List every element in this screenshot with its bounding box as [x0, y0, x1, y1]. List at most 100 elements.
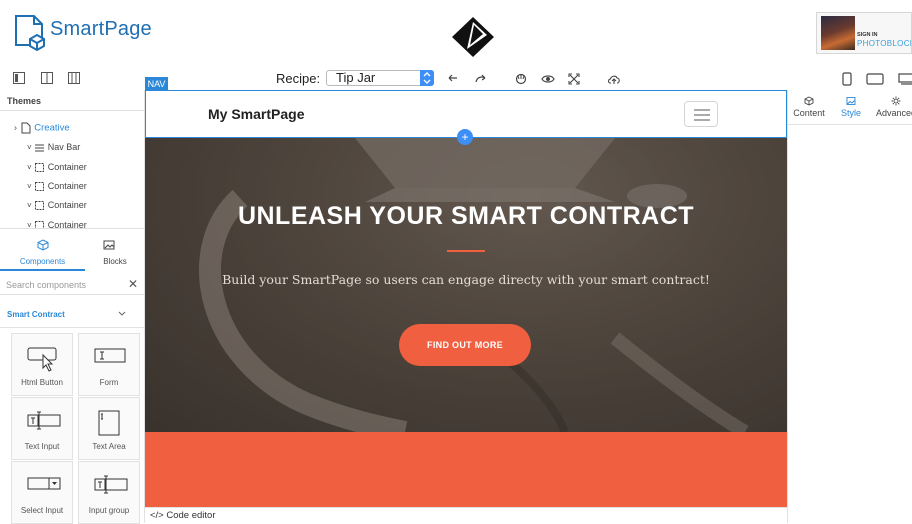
gear-icon	[891, 96, 901, 106]
component-text-input[interactable]: Text Input	[11, 397, 73, 460]
recipe-select-value: Tip Jar	[336, 70, 376, 85]
add-section-button[interactable]: +	[457, 129, 473, 145]
select-input-icon	[27, 477, 61, 490]
page-icon	[21, 122, 31, 134]
signin-thumbnail	[821, 16, 855, 50]
brand-mark-icon	[452, 17, 494, 57]
layer-label: Container	[47, 200, 87, 210]
layer-item-navbar[interactable]: ˅ Nav Bar	[27, 142, 80, 153]
layer-label: Container	[47, 162, 87, 172]
chevron-down-icon: ˅	[27, 163, 32, 172]
hero-section[interactable]: UNLEASH YOUR SMART CONTRACT Build your S…	[145, 138, 787, 432]
code-editor-toggle[interactable]: </> Code editor	[145, 507, 787, 523]
component-label: Html Button	[21, 378, 63, 387]
divider	[0, 110, 145, 111]
layout-split-icon[interactable]	[41, 72, 55, 86]
component-label: Text Area	[92, 442, 126, 451]
component-text-area[interactable]: Text Area	[78, 397, 140, 460]
page-brand[interactable]: My SmartPage	[208, 106, 304, 122]
redo-icon[interactable]	[474, 72, 488, 86]
hero-subtitle[interactable]: Build your SmartPage so users can engage…	[145, 272, 787, 287]
component-form[interactable]: Form	[78, 333, 140, 396]
photoblock-signin-button[interactable]: SIGN IN PHOTOBLOCK	[816, 12, 912, 54]
chevron-down-icon: ˅	[27, 143, 32, 152]
layer-label: Nav Bar	[47, 142, 81, 152]
layer-label: Container	[47, 220, 87, 228]
editor-canvas[interactable]: My SmartPage UNLEASH YOUR SMART CONTRACT…	[145, 90, 787, 523]
orange-section[interactable]	[145, 432, 787, 507]
component-label: Text Input	[24, 442, 60, 451]
photoblock-label: PHOTOBLOCK	[857, 39, 912, 48]
tab-components-label: Components	[19, 257, 66, 266]
selected-element-tag: NAV	[145, 77, 168, 91]
hero-title[interactable]: UNLEASH YOUR SMART CONTRACT	[145, 202, 787, 231]
clear-search-icon[interactable]: ✕	[128, 277, 138, 291]
layers-heading: Themes	[7, 96, 42, 106]
fullscreen-icon[interactable]	[567, 72, 581, 86]
chevron-right-icon: ›	[14, 122, 17, 133]
layout-columns-icon[interactable]	[68, 72, 82, 86]
hamburger-menu-button[interactable]	[684, 101, 718, 127]
layer-label: Creative	[34, 122, 70, 134]
menu-lines-icon	[35, 144, 45, 152]
recipe-select[interactable]: Tip Jar	[326, 70, 434, 86]
tab-components[interactable]: Components	[0, 229, 85, 271]
divider	[787, 124, 912, 125]
component-html-button[interactable]: Html Button	[11, 333, 73, 396]
container-icon	[35, 221, 45, 228]
layer-item-container[interactable]: ˅ Container	[27, 200, 87, 211]
undo-icon[interactable]	[446, 72, 460, 86]
component-label: Form	[99, 378, 119, 387]
search-components-input[interactable]: Search components	[0, 275, 145, 295]
tab-content[interactable]: Content	[787, 96, 831, 118]
app-logo-text: SmartPage	[50, 18, 152, 40]
device-desktop-icon[interactable]	[898, 72, 912, 86]
tab-style[interactable]: Style	[836, 96, 866, 118]
preview-eye-icon[interactable]	[541, 72, 555, 86]
tab-content-label: Content	[793, 108, 825, 118]
category-name: Smart Contract	[7, 310, 65, 319]
form-icon	[94, 348, 126, 363]
smartpage-logo-icon[interactable]	[13, 13, 49, 53]
input-group-icon	[94, 475, 128, 494]
recipe-label: Recipe:	[276, 71, 321, 86]
layer-item-container[interactable]: ˅ Container	[27, 181, 87, 192]
select-caret-icon	[420, 70, 434, 86]
text-input-icon	[27, 411, 61, 430]
device-tablet-icon[interactable]	[866, 72, 886, 86]
component-label: Select Input	[20, 506, 64, 515]
container-icon	[35, 182, 45, 192]
container-icon	[35, 163, 45, 173]
component-select-input[interactable]: Select Input	[11, 461, 73, 524]
chevron-down-icon: ˅	[27, 201, 32, 210]
layer-item-container[interactable]: ˅ Container	[27, 162, 87, 173]
image-icon	[846, 97, 856, 105]
chevron-down-icon: ˅	[27, 182, 32, 191]
layer-item-creative[interactable]: › Creative	[14, 122, 70, 134]
find-out-more-button[interactable]: FIND OUT MORE	[399, 324, 531, 366]
tab-blocks[interactable]: Blocks	[85, 229, 145, 271]
image-icon	[103, 240, 115, 250]
chevron-down-icon[interactable]	[118, 311, 126, 317]
component-input-group[interactable]: Input group	[78, 461, 140, 524]
right-panel	[787, 90, 912, 523]
layer-item-container[interactable]: ˅ Container	[27, 220, 87, 228]
button-cursor-icon	[27, 347, 57, 372]
tab-advanced[interactable]: Advanced	[873, 96, 912, 118]
tab-blocks-label: Blocks	[103, 257, 127, 266]
upload-cloud-icon[interactable]	[607, 72, 621, 86]
tab-advanced-label: Advanced	[875, 108, 912, 118]
cube-icon	[804, 96, 814, 106]
layout-single-icon[interactable]	[13, 72, 27, 86]
device-mobile-icon[interactable]	[842, 72, 856, 86]
hero-divider	[447, 250, 485, 252]
component-label: Input group	[88, 506, 130, 515]
container-icon	[35, 201, 45, 211]
tab-style-label: Style	[840, 108, 861, 118]
hamburger-icon	[694, 109, 710, 121]
cube-icon	[37, 239, 49, 251]
layer-label: Container	[47, 181, 87, 191]
text-area-icon	[98, 410, 120, 436]
select-hand-icon[interactable]	[514, 72, 528, 86]
signin-label: SIGN IN	[857, 32, 878, 38]
